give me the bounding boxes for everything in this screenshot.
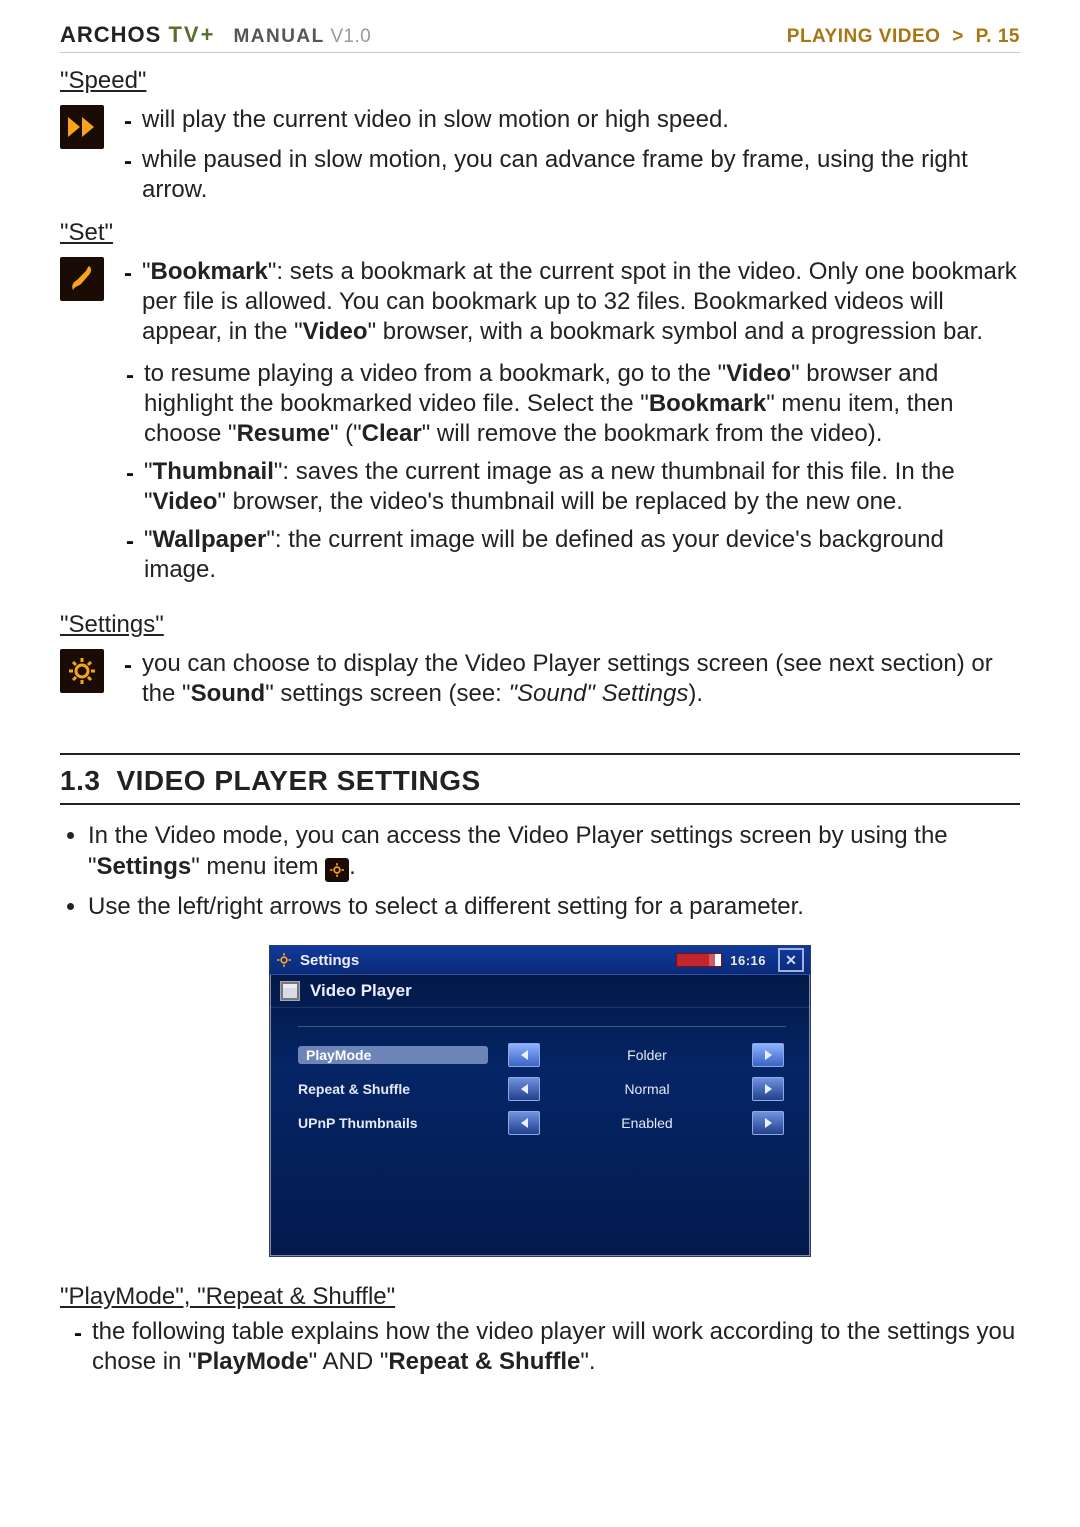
setting-label: PlayMode — [298, 1046, 488, 1064]
speed-item: while paused in slow motion, you can adv… — [142, 145, 1020, 205]
film-icon — [280, 981, 300, 1001]
playmode-item: the following table explains how the vid… — [92, 1317, 1020, 1377]
battery-icon — [676, 953, 722, 967]
set-item-thumbnail: "Thumbnail": saves the current image as … — [144, 457, 1020, 517]
brand-logo: ARCHOS TV+ — [60, 22, 215, 48]
set-item-wallpaper: "Wallpaper": the current image will be d… — [144, 525, 1020, 585]
playmode-list: the following table explains how the vid… — [74, 1317, 1020, 1377]
gear-icon — [60, 649, 104, 693]
screenshot-subtitle: Video Player — [310, 981, 412, 1001]
sec13-bullet: Use the left/right arrows to select a di… — [88, 892, 1020, 923]
settings-heading: "Settings" — [60, 611, 1020, 639]
setting-value: Folder — [562, 1047, 732, 1063]
screenshot-titlebar: Settings 16:16 ✕ — [270, 946, 810, 975]
gear-icon — [325, 858, 349, 882]
arrow-left-button[interactable] — [508, 1077, 540, 1101]
arrow-left-button[interactable] — [508, 1043, 540, 1067]
separator — [298, 1026, 786, 1027]
settings-list: you can choose to display the Video Play… — [124, 645, 1020, 717]
set-list-cont: to resume playing a video from a bookmar… — [126, 359, 1020, 585]
fast-forward-icon — [60, 105, 104, 149]
device-screenshot: Settings 16:16 ✕ Video Player PlayMode Fo… — [269, 945, 811, 1257]
speed-list: will play the current video in slow moti… — [124, 101, 1020, 213]
arrow-left-button[interactable] — [508, 1111, 540, 1135]
header-rule — [60, 52, 1020, 53]
sec13-bullet: In the Video mode, you can access the Vi… — [88, 821, 1020, 882]
section-rule-top — [60, 753, 1020, 755]
speed-item: will play the current video in slow moti… — [142, 105, 1020, 137]
set-heading: "Set" — [60, 219, 1020, 247]
section-rule-bottom — [60, 803, 1020, 805]
arrow-right-button[interactable] — [752, 1111, 784, 1135]
setting-row: UPnP Thumbnails Enabled — [298, 1111, 786, 1135]
setting-label: Repeat & Shuffle — [298, 1081, 488, 1097]
playmode-heading: "PlayMode", "Repeat & Shuffle" — [60, 1283, 1020, 1311]
screenshot-subtitle-bar: Video Player — [270, 975, 810, 1008]
page-header: ARCHOS TV+ MANUAL V1.0 PLAYING VIDEO > P… — [60, 22, 1020, 48]
manual-version: MANUAL V1.0 — [233, 26, 371, 48]
gear-icon — [276, 952, 292, 968]
arrow-right-button[interactable] — [752, 1043, 784, 1067]
setting-value: Enabled — [562, 1115, 732, 1131]
setting-label: UPnP Thumbnails — [298, 1115, 488, 1131]
settings-item: you can choose to display the Video Play… — [142, 649, 1020, 709]
brush-icon — [60, 257, 104, 301]
set-item-resume: to resume playing a video from a bookmar… — [144, 359, 1020, 449]
sec13-bullets: In the Video mode, you can access the Vi… — [60, 821, 1020, 923]
section-title: 1.3Video Player Settings — [60, 765, 1020, 797]
arrow-right-button[interactable] — [752, 1077, 784, 1101]
speed-heading: "Speed" — [60, 67, 1020, 95]
screenshot-title: Settings — [300, 952, 359, 969]
breadcrumb: PLAYING VIDEO > P. 15 — [787, 26, 1020, 48]
clock: 16:16 — [730, 953, 766, 968]
set-item-bookmark: "Bookmark": sets a bookmark at the curre… — [142, 257, 1020, 347]
set-list: "Bookmark": sets a bookmark at the curre… — [124, 253, 1020, 355]
setting-row: Repeat & Shuffle Normal — [298, 1077, 786, 1101]
setting-row: PlayMode Folder — [298, 1043, 786, 1067]
close-button[interactable]: ✕ — [778, 948, 804, 972]
setting-value: Normal — [562, 1081, 732, 1097]
